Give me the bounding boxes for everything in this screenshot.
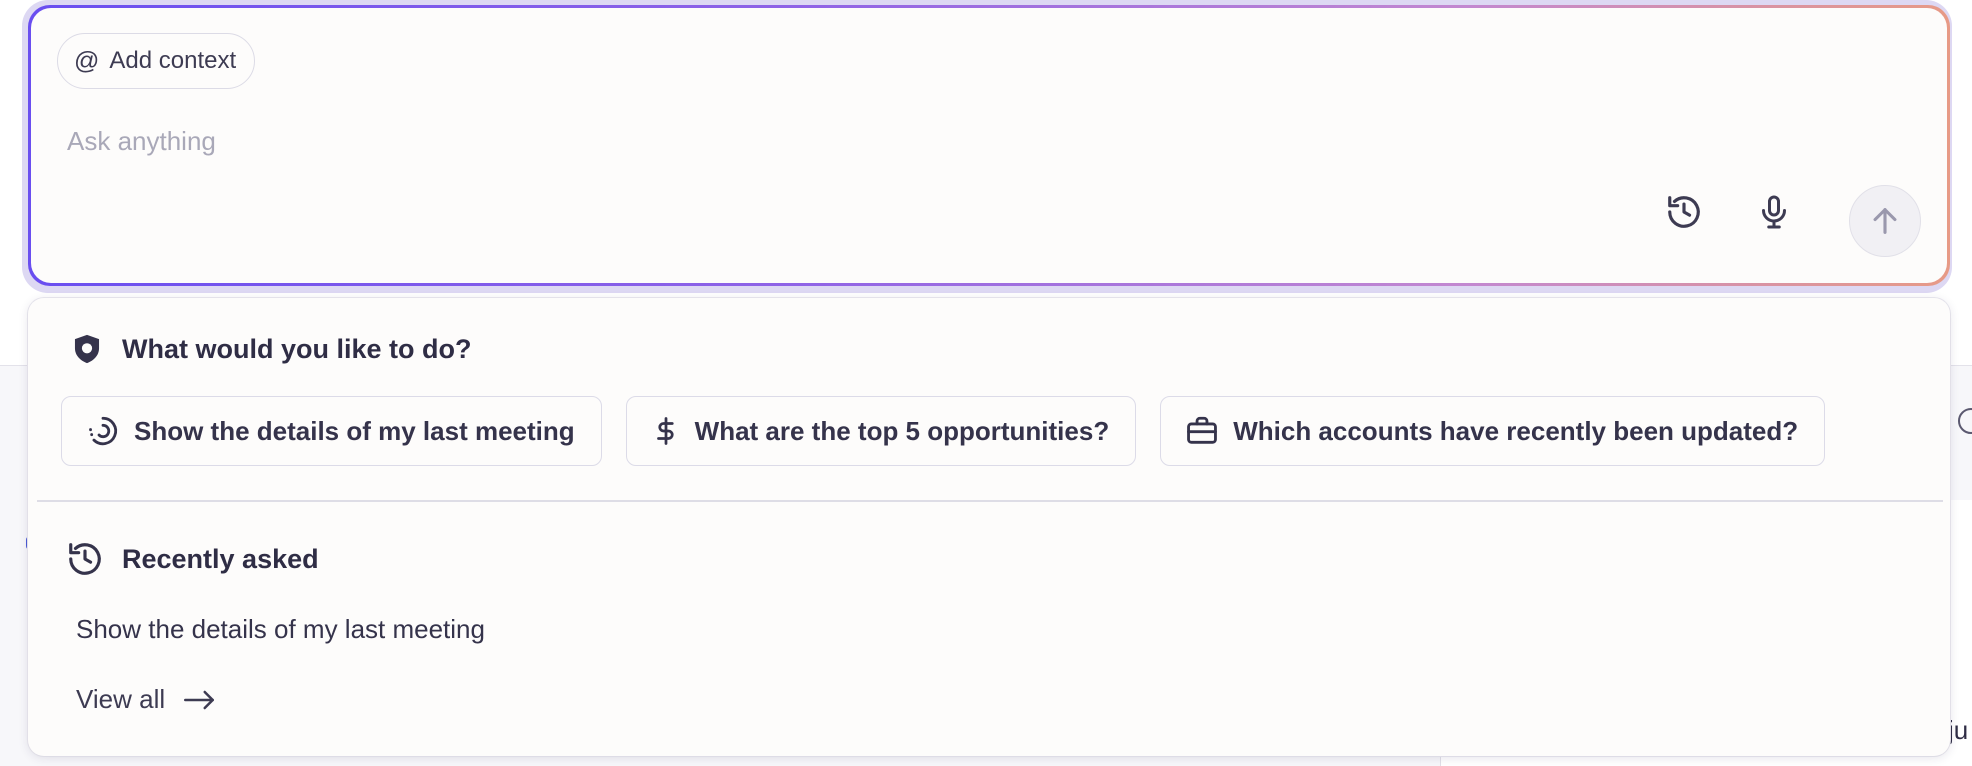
at-icon: @ [74, 46, 100, 75]
add-context-button[interactable]: @ Add context [57, 33, 256, 89]
add-context-label: Add context [109, 47, 237, 74]
history-icon [1668, 196, 1700, 228]
recent-heading: Recently asked [66, 540, 319, 578]
view-all-link[interactable]: View all [76, 684, 215, 715]
suggestion-chips: Show the details of my last meeting What… [61, 396, 1826, 466]
suggestion-chip-label: Show the details of my last meeting [134, 415, 575, 446]
suggestion-chip-label: What are the top 5 opportunities? [694, 415, 1110, 446]
ask-input[interactable] [65, 120, 1569, 162]
suggestions-heading-text: What would you like to do? [122, 333, 472, 364]
send-button[interactable] [1849, 185, 1921, 257]
spinner-icon [89, 416, 118, 446]
arrow-right-icon [184, 690, 215, 709]
suggestion-chip-label: Which accounts have recently been update… [1233, 415, 1799, 446]
suggestion-chip-last-meeting[interactable]: Show the details of my last meeting [61, 396, 602, 466]
suggestions-heading: What would you like to do? [70, 332, 471, 366]
microphone-button[interactable] [1750, 188, 1798, 236]
section-separator [37, 500, 1943, 502]
view-all-label: View all [76, 684, 166, 714]
suggestion-chip-top-opportunities[interactable]: What are the top 5 opportunities? [625, 396, 1137, 466]
history-icon [69, 543, 101, 575]
recent-heading-text: Recently asked [122, 543, 319, 574]
arrow-up-icon [1873, 208, 1897, 234]
shield-icon [74, 334, 100, 364]
suggestion-chip-updated-accounts[interactable]: Which accounts have recently been update… [1160, 396, 1826, 466]
briefcase-icon [1187, 416, 1218, 444]
prompt-box: @ Add context [31, 8, 1947, 283]
dollar-icon [656, 417, 674, 445]
history-button[interactable] [1660, 188, 1708, 236]
microphone-icon [1762, 195, 1786, 229]
background-partial-text: ju [1948, 715, 1969, 745]
suggestions-dropdown: What would you like to do? Show the deta… [28, 298, 1950, 756]
recent-item[interactable]: Show the details of my last meeting [76, 614, 485, 645]
